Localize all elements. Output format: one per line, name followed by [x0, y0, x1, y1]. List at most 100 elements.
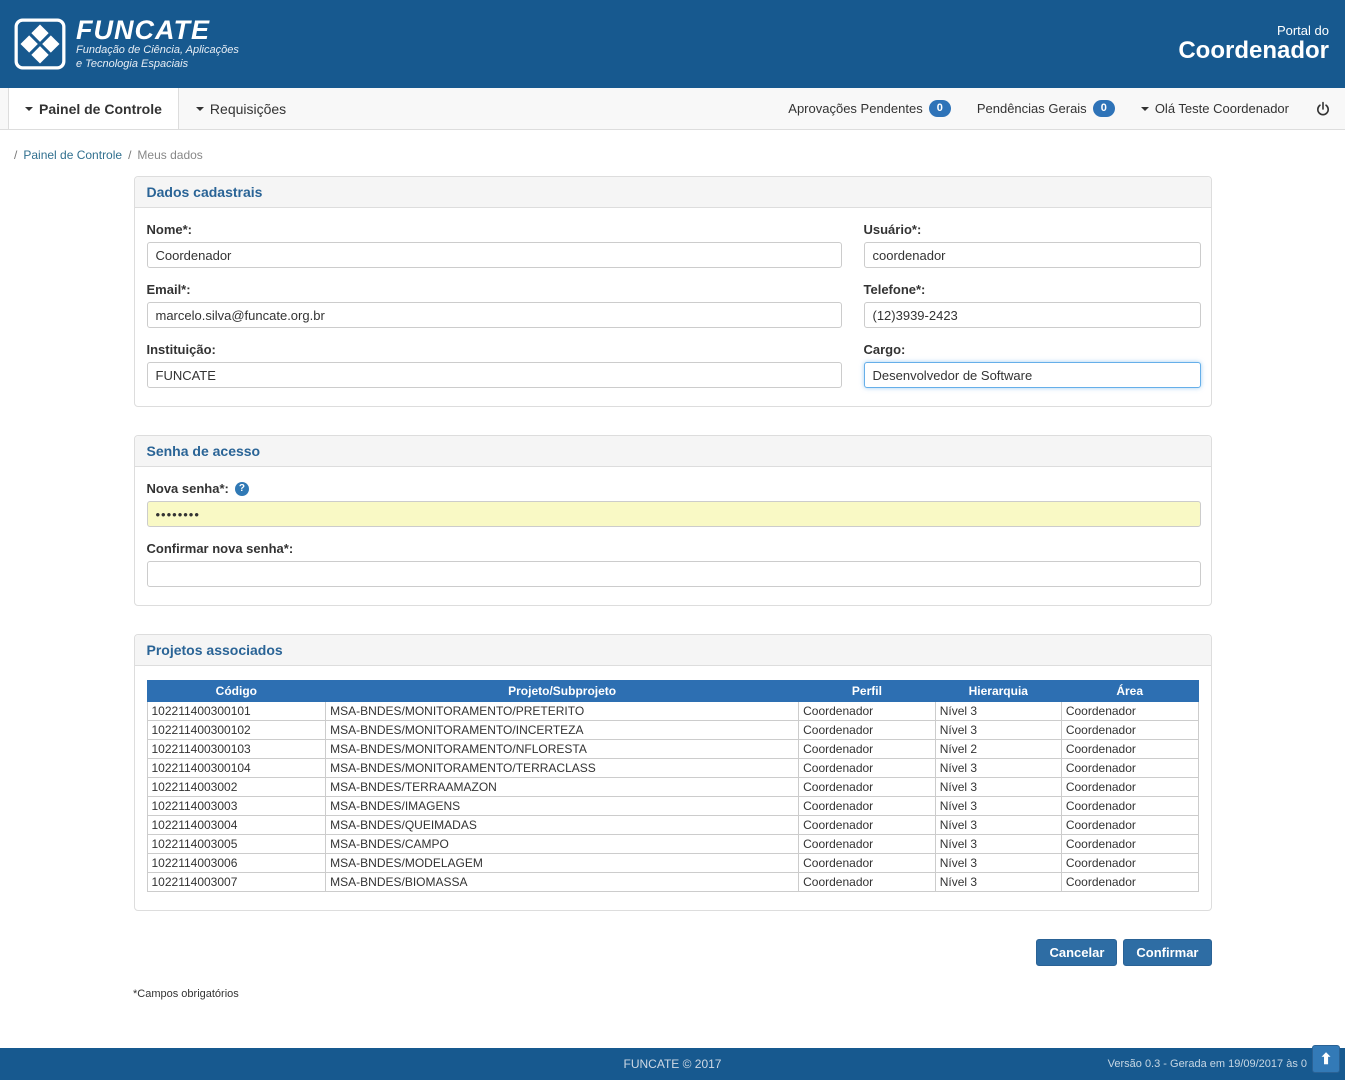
pendencias-gerais-link[interactable]: Pendências Gerais 0	[977, 100, 1115, 116]
chevron-down-icon	[1141, 107, 1149, 111]
panel-senha-de-acesso: Senha de acesso Nova senha*: ? Confirmar…	[134, 435, 1212, 606]
table-cell: 1022114003007	[147, 873, 326, 892]
email-input[interactable]	[147, 302, 842, 328]
brand-subtitle-line2: e Tecnologia Espaciais	[76, 58, 239, 72]
table-cell: Nível 3	[935, 759, 1061, 778]
confirmar-nova-senha-input[interactable]	[147, 561, 1201, 587]
nome-input[interactable]	[147, 242, 842, 268]
projects-table: Código Projeto/Subprojeto Perfil Hierarq…	[147, 680, 1199, 892]
table-cell: MSA-BNDES/QUEIMADAS	[326, 816, 799, 835]
table-cell: Coordenador	[799, 873, 936, 892]
cargo-input[interactable]	[864, 362, 1201, 388]
table-cell: 102211400300104	[147, 759, 326, 778]
column-header-area: Área	[1061, 681, 1198, 702]
table-row: 102211400300102MSA-BNDES/MONITORAMENTO/I…	[147, 721, 1198, 740]
table-cell: Coordenador	[1061, 797, 1198, 816]
pendencias-gerais-label: Pendências Gerais	[977, 101, 1087, 116]
panel-body: Código Projeto/Subprojeto Perfil Hierarq…	[135, 666, 1211, 910]
table-cell: 102211400300102	[147, 721, 326, 740]
instituicao-input[interactable]	[147, 362, 842, 388]
table-row: 102211400300103MSA-BNDES/MONITORAMENTO/N…	[147, 740, 1198, 759]
table-cell: MSA-BNDES/BIOMASSA	[326, 873, 799, 892]
table-cell: Coordenador	[799, 854, 936, 873]
cancel-button[interactable]: Cancelar	[1036, 939, 1117, 966]
table-cell: Nível 3	[935, 816, 1061, 835]
tab-label: Requisições	[210, 101, 286, 117]
breadcrumb-item-painel-de-controle[interactable]: Painel de Controle	[23, 148, 122, 162]
password-help-icon[interactable]: ?	[235, 482, 249, 496]
required-fields-note: *Campos obrigatórios	[0, 988, 1345, 1000]
table-cell: Coordenador	[1061, 816, 1198, 835]
chevron-down-icon	[196, 107, 204, 111]
table-cell: 1022114003006	[147, 854, 326, 873]
table-row: 102211400300101MSA-BNDES/MONITORAMENTO/P…	[147, 702, 1198, 721]
table-cell: Coordenador	[1061, 740, 1198, 759]
table-cell: MSA-BNDES/MODELAGEM	[326, 854, 799, 873]
table-cell: Nível 3	[935, 702, 1061, 721]
portal-title-big: Coordenador	[1178, 38, 1329, 64]
panel-title: Senha de acesso	[135, 436, 1211, 467]
table-cell: Coordenador	[1061, 873, 1198, 892]
table-cell: Nível 3	[935, 835, 1061, 854]
panel-body: Nome*: Usuário*: Email*: Telefone*: Inst…	[135, 208, 1211, 406]
breadcrumb-separator: /	[128, 148, 131, 162]
brand-name: FUNCATE	[76, 16, 239, 44]
tab-painel-de-controle[interactable]: Painel de Controle	[8, 88, 179, 129]
confirm-button[interactable]: Confirmar	[1123, 939, 1211, 966]
brand-text: FUNCATE Fundação de Ciência, Aplicações …	[76, 16, 239, 72]
tab-requisicoes[interactable]: Requisições	[179, 88, 303, 129]
table-cell: MSA-BNDES/TERRAAMAZON	[326, 778, 799, 797]
table-cell: 1022114003004	[147, 816, 326, 835]
usuario-label: Usuário*:	[864, 222, 1201, 237]
email-label: Email*:	[147, 282, 842, 297]
nova-senha-input[interactable]	[147, 501, 1201, 527]
table-cell: Coordenador	[799, 835, 936, 854]
table-row: 1022114003007MSA-BNDES/BIOMASSACoordenad…	[147, 873, 1198, 892]
footer-version: Versão 0.3 - Gerada em 19/09/2017 às 0	[1108, 1058, 1307, 1070]
table-cell: Coordenador	[799, 702, 936, 721]
nav-right: Aprovações Pendentes 0 Pendências Gerais…	[788, 88, 1345, 129]
table-cell: Coordenador	[1061, 778, 1198, 797]
table-cell: Coordenador	[799, 797, 936, 816]
panel-dados-cadastrais: Dados cadastrais Nome*: Usuário*: Email*…	[134, 176, 1212, 407]
funcate-logo-icon	[14, 18, 66, 70]
tab-label: Painel de Controle	[39, 101, 162, 117]
scroll-to-top-button[interactable]: ⬆	[1312, 1045, 1340, 1073]
table-cell: 102211400300101	[147, 702, 326, 721]
telefone-input[interactable]	[864, 302, 1201, 328]
table-cell: Nível 2	[935, 740, 1061, 759]
field-email: Email*:	[147, 282, 842, 328]
table-cell: 102211400300103	[147, 740, 326, 759]
aprovacoes-pendentes-link[interactable]: Aprovações Pendentes 0	[788, 100, 951, 116]
table-cell: MSA-BNDES/MONITORAMENTO/INCERTEZA	[326, 721, 799, 740]
logout-power-icon[interactable]	[1315, 101, 1331, 117]
usuario-input[interactable]	[864, 242, 1201, 268]
panel-title: Dados cadastrais	[135, 177, 1211, 208]
table-cell: MSA-BNDES/IMAGENS	[326, 797, 799, 816]
table-header-row: Código Projeto/Subprojeto Perfil Hierarq…	[147, 681, 1198, 702]
instituicao-label: Instituição:	[147, 342, 842, 357]
chevron-down-icon	[25, 107, 33, 111]
main-content: Dados cadastrais Nome*: Usuário*: Email*…	[134, 176, 1212, 966]
table-cell: Coordenador	[799, 816, 936, 835]
main-nav: Painel de Controle Requisições Aprovaçõe…	[0, 88, 1345, 130]
user-menu[interactable]: Olá Teste Coordenador	[1141, 101, 1289, 116]
table-cell: MSA-BNDES/MONITORAMENTO/NFLORESTA	[326, 740, 799, 759]
panel-body: Nova senha*: ? Confirmar nova senha*:	[135, 467, 1211, 605]
table-cell: Coordenador	[799, 740, 936, 759]
column-header-projeto-subprojeto: Projeto/Subprojeto	[326, 681, 799, 702]
field-nova-senha: Nova senha*: ?	[147, 481, 1201, 527]
projects-table-body: 102211400300101MSA-BNDES/MONITORAMENTO/P…	[147, 702, 1198, 892]
table-row: 1022114003005MSA-BNDES/CAMPOCoordenadorN…	[147, 835, 1198, 854]
app-footer: FUNCATE © 2017 Versão 0.3 - Gerada em 19…	[0, 1048, 1345, 1080]
table-cell: 1022114003003	[147, 797, 326, 816]
nova-senha-label: Nova senha*:	[147, 481, 229, 496]
table-cell: Nível 3	[935, 778, 1061, 797]
column-header-hierarquia: Hierarquia	[935, 681, 1061, 702]
table-cell: Coordenador	[1061, 759, 1198, 778]
table-cell: Coordenador	[1061, 702, 1198, 721]
field-telefone: Telefone*:	[864, 282, 1201, 328]
table-cell: Coordenador	[1061, 835, 1198, 854]
brand-subtitle-line1: Fundação de Ciência, Aplicações	[76, 44, 239, 58]
portal-title: Portal do Coordenador	[1178, 23, 1329, 64]
